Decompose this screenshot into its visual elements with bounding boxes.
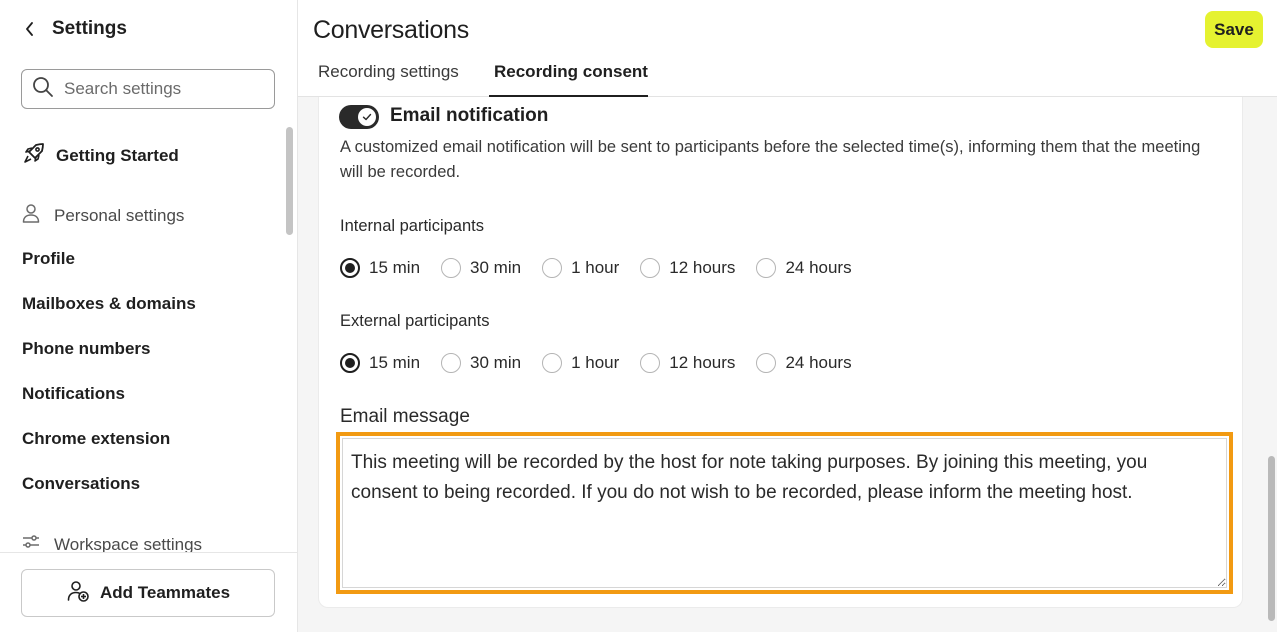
add-teammates-button[interactable]: Add Teammates [21, 569, 275, 617]
radio-button[interactable] [756, 258, 777, 278]
radio-button[interactable] [542, 353, 563, 373]
email-notification-label: Email notification [390, 105, 549, 126]
tab-recording-consent[interactable]: Recording consent [494, 62, 648, 82]
rocket-icon [22, 141, 46, 170]
radio-button[interactable] [640, 353, 661, 373]
back-chevron-icon[interactable] [22, 18, 38, 40]
add-teammates-label: Add Teammates [99, 583, 231, 602]
sidebar-header: Settings [22, 18, 127, 40]
option-label: 1 hour [571, 353, 620, 372]
external-participants-options: 15 min 30 min 1 hour 12 hours 24 hours [340, 353, 873, 373]
add-user-icon [66, 579, 90, 608]
main-scrollbar[interactable] [1268, 456, 1275, 621]
person-icon [22, 203, 40, 228]
option-label: 12 hours [669, 353, 736, 372]
personal-settings-section: Personal settings [22, 203, 184, 228]
internal-option-24-hours[interactable]: 24 hours [756, 258, 852, 278]
external-option-30-min[interactable]: 30 min [441, 353, 521, 373]
radio-button[interactable] [340, 258, 360, 278]
recording-consent-card: Email notification A customized email no… [318, 97, 1243, 608]
email-message-textarea[interactable]: This meeting will be recorded by the hos… [342, 438, 1227, 588]
external-participants-label: External participants [340, 312, 490, 330]
sidebar-scrollbar[interactable] [286, 127, 293, 235]
page-header: Conversations Save Recording settings Re… [298, 0, 1277, 97]
external-option-1-hour[interactable]: 1 hour [542, 353, 619, 373]
email-message-highlight: This meeting will be recorded by the hos… [336, 432, 1233, 594]
option-label: 15 min [369, 353, 421, 372]
external-option-15-min[interactable]: 15 min [340, 353, 420, 373]
settings-sidebar: Settings Getting Started Personal settin… [0, 0, 298, 632]
search-icon [32, 76, 54, 103]
section-label: Personal settings [54, 205, 185, 225]
option-label: 15 min [369, 258, 421, 277]
sidebar-item-notifications[interactable]: Notifications [22, 384, 125, 404]
radio-button[interactable] [441, 258, 462, 278]
main-content: Conversations Save Recording settings Re… [298, 0, 1277, 632]
radio-button[interactable] [441, 353, 462, 373]
radio-button[interactable] [640, 258, 661, 278]
sidebar-item-chrome-extension[interactable]: Chrome extension [22, 429, 170, 449]
internal-option-15-min[interactable]: 15 min [340, 258, 420, 278]
email-notification-description: A customized email notification will be … [340, 138, 1201, 181]
search-field[interactable] [21, 69, 275, 109]
option-label: 30 min [470, 353, 522, 372]
sidebar-item-conversations[interactable]: Conversations [22, 474, 140, 494]
option-label: 24 hours [785, 353, 852, 372]
save-button[interactable]: Save [1205, 11, 1263, 48]
tab-recording-settings[interactable]: Recording settings [318, 62, 459, 82]
option-label: 1 hour [571, 258, 620, 277]
option-label: 12 hours [669, 258, 736, 277]
radio-button[interactable] [340, 353, 360, 373]
internal-participants-label: Internal participants [340, 217, 484, 235]
option-label: 30 min [470, 258, 522, 277]
internal-option-1-hour[interactable]: 1 hour [542, 258, 619, 278]
radio-button[interactable] [756, 353, 777, 373]
sidebar-title: Settings [52, 18, 127, 39]
external-option-12-hours[interactable]: 12 hours [640, 353, 735, 373]
option-label: 24 hours [785, 258, 852, 277]
email-notification-toggle[interactable] [339, 105, 379, 129]
page-title: Conversations [313, 16, 469, 44]
sidebar-item-profile[interactable]: Profile [22, 249, 75, 269]
internal-option-30-min[interactable]: 30 min [441, 258, 521, 278]
internal-option-12-hours[interactable]: 12 hours [640, 258, 735, 278]
sidebar-item-mailboxes[interactable]: Mailboxes & domains [22, 294, 196, 314]
search-input[interactable] [64, 79, 254, 99]
radio-button[interactable] [542, 258, 563, 278]
email-message-label: Email message [340, 406, 470, 427]
check-icon [358, 108, 376, 126]
internal-participants-options: 15 min 30 min 1 hour 12 hours 24 hours [340, 258, 873, 278]
sidebar-item-getting-started[interactable]: Getting Started [22, 141, 179, 170]
sidebar-item-label: Getting Started [56, 145, 179, 165]
sidebar-item-phone-numbers[interactable]: Phone numbers [22, 339, 150, 359]
external-option-24-hours[interactable]: 24 hours [756, 353, 852, 373]
sidebar-footer: Add Teammates [0, 552, 297, 632]
